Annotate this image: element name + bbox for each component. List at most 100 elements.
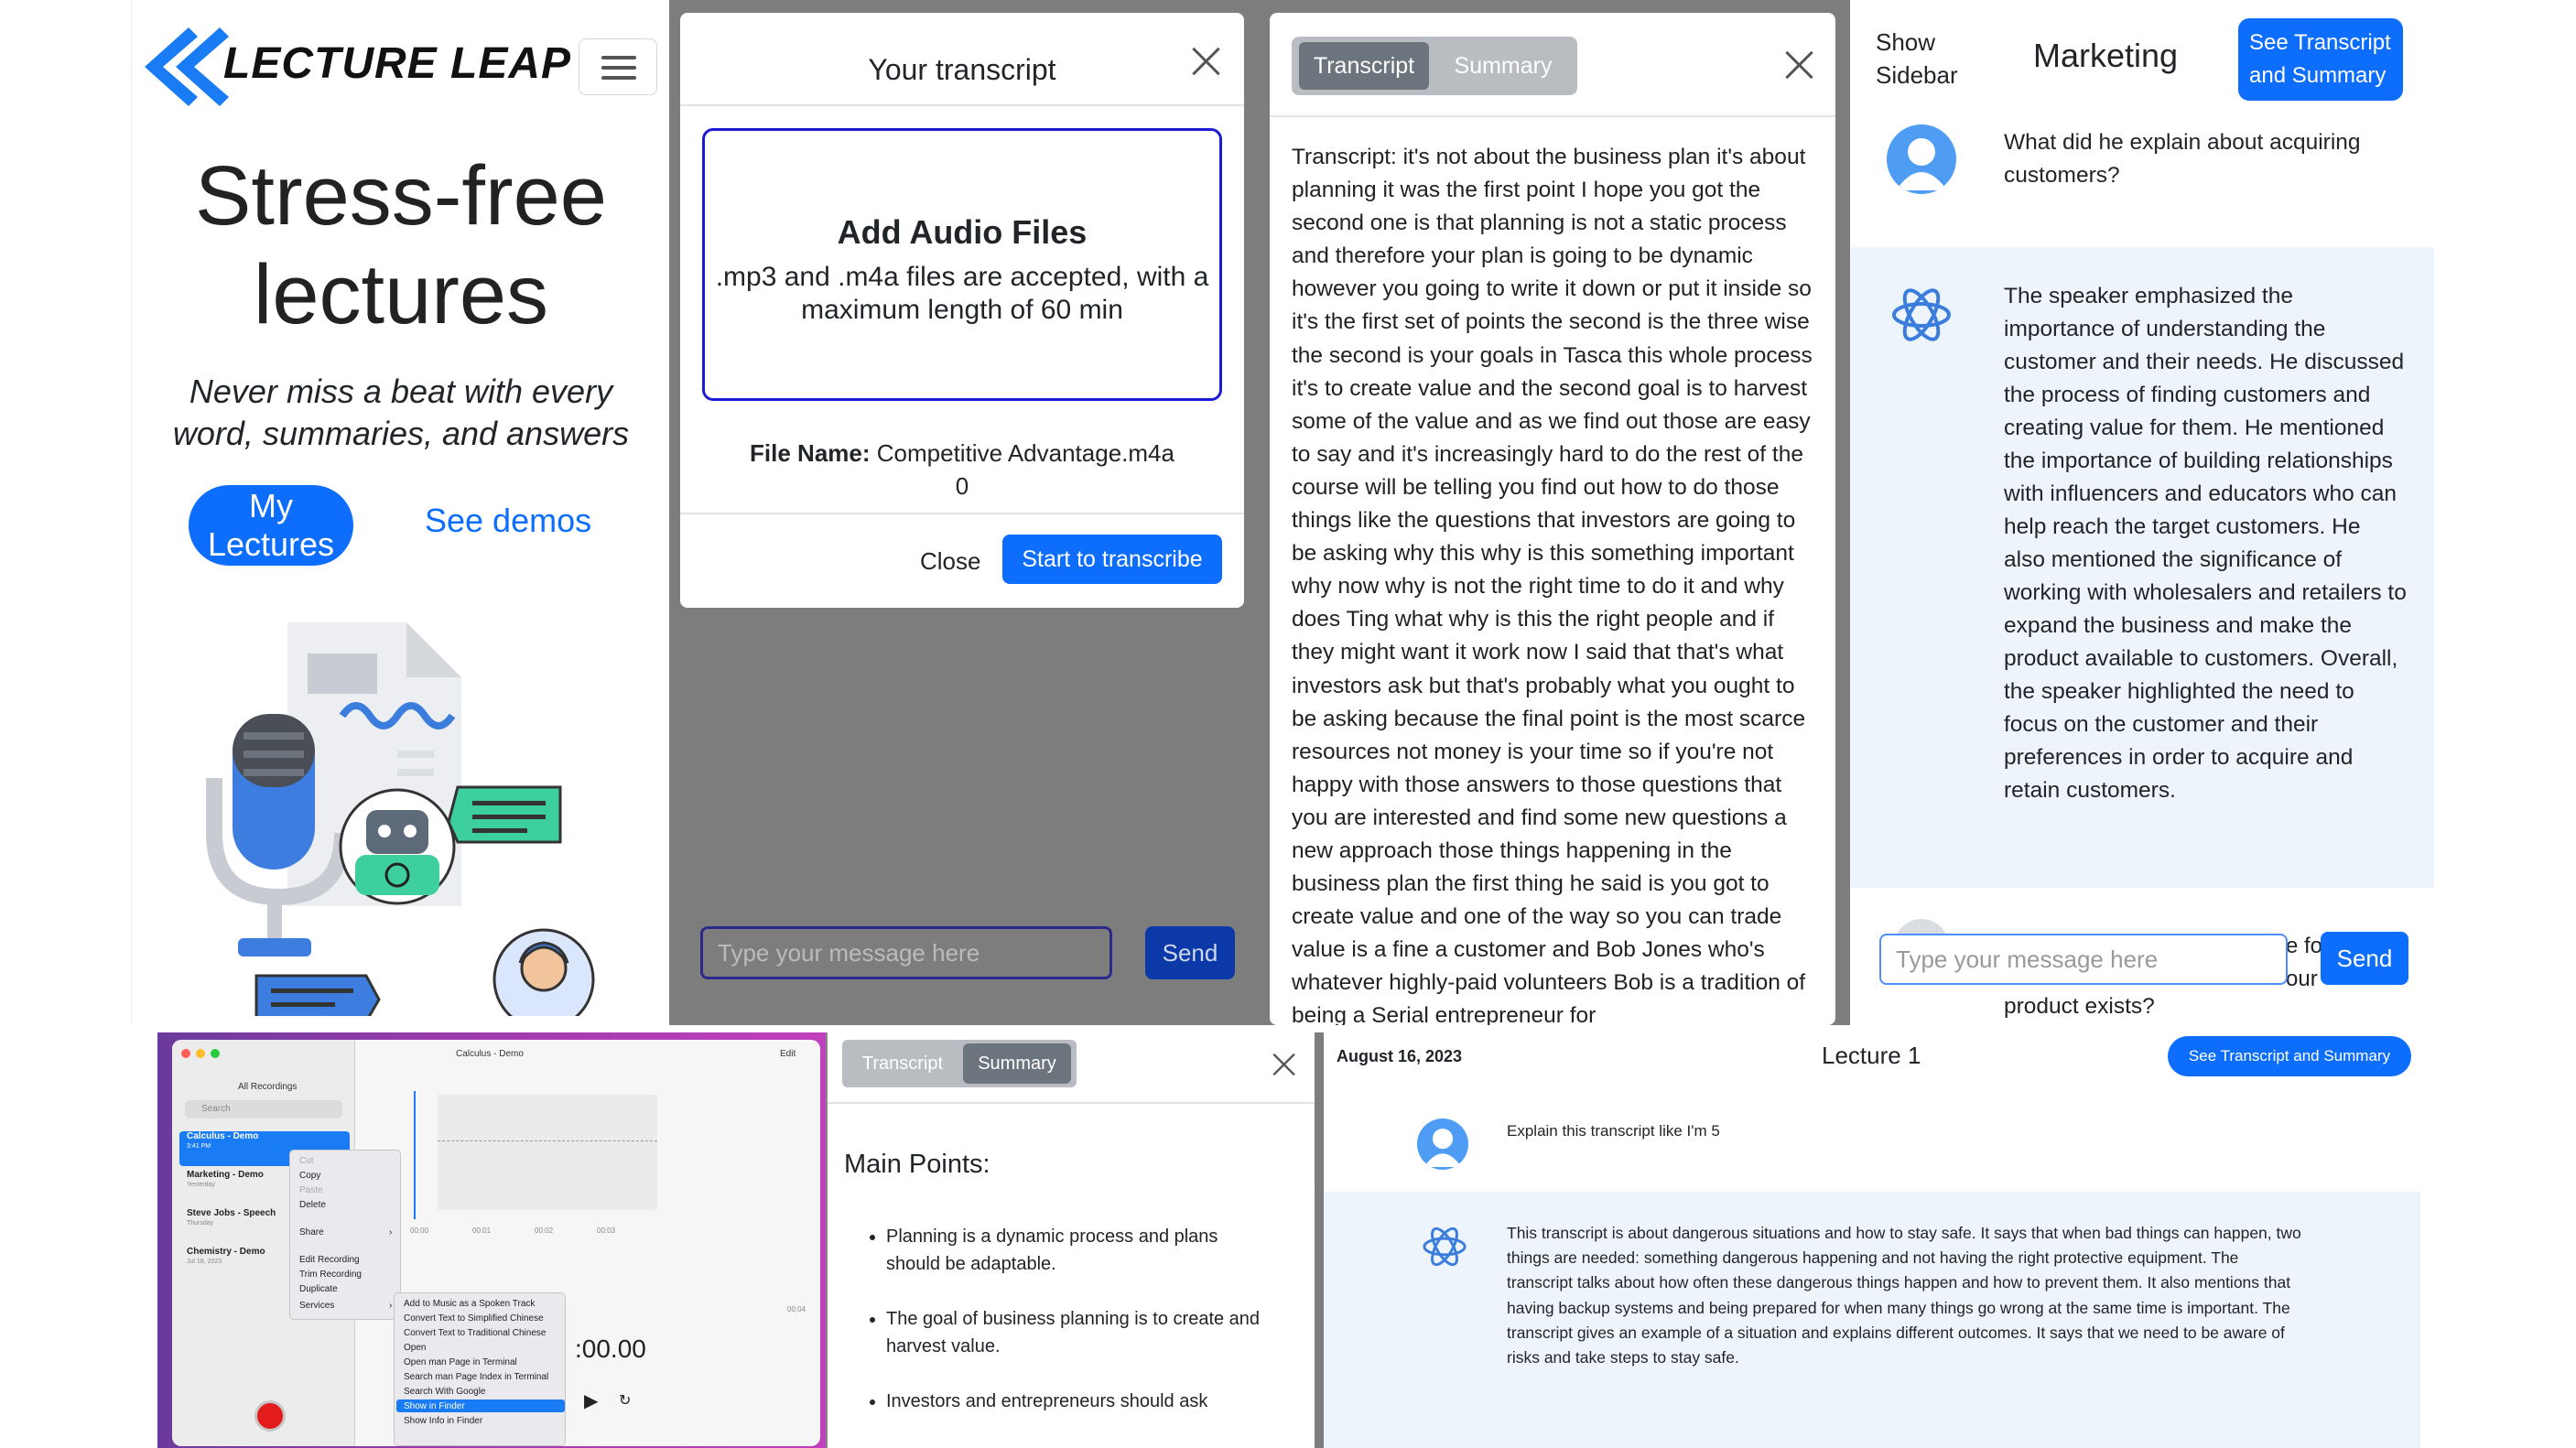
minimize-window-icon[interactable] — [196, 1049, 205, 1058]
edit-button[interactable]: Edit — [780, 1049, 796, 1059]
chevron-right-icon: › — [389, 1301, 393, 1311]
recording-title: Calculus - Demo — [187, 1131, 259, 1141]
transcript-summary-toggle: Transcript Summary — [1292, 37, 1577, 95]
send-button[interactable]: Send — [2321, 932, 2408, 985]
chevron-right-icon: › — [389, 1227, 393, 1237]
services-submenu: Add to Music as a Spoken Track Convert T… — [394, 1292, 566, 1446]
window-title: Calculus - Demo — [456, 1049, 524, 1059]
progress-value: 0 — [955, 472, 969, 500]
transcript-modal-panel: Transcript Summary Transcript: it's not … — [1270, 0, 1850, 1025]
hamburger-line — [601, 76, 636, 80]
modal-title: Your transcript — [868, 53, 1056, 86]
tab-transcript[interactable]: Transcript — [1299, 42, 1429, 90]
show-sidebar-button[interactable]: Show Sidebar — [1876, 26, 1976, 92]
tab-summary[interactable]: Summary — [1436, 42, 1570, 90]
menu-item-paste[interactable]: Paste — [299, 1185, 323, 1195]
tick: 00:04 — [787, 1305, 806, 1313]
menu-item-service[interactable]: Convert Text to Traditional Chinese — [404, 1328, 546, 1338]
dropzone-title: Add Audio Files — [837, 213, 1088, 251]
landing-panel: LECTURE LEAP Stress-free lectures Never … — [131, 0, 669, 1025]
tab-transcript[interactable]: Transcript — [848, 1043, 958, 1084]
menu-item-services[interactable]: Services — [299, 1301, 334, 1311]
menu-item-service[interactable]: Search With Google — [404, 1387, 486, 1397]
menu-item-trim-recording[interactable]: Trim Recording — [299, 1270, 362, 1280]
list-item: Planning is a dynamic process and plans … — [886, 1223, 1276, 1278]
hero-title: Stress-free lectures — [132, 146, 669, 344]
menu-item-cut[interactable]: Cut — [299, 1156, 314, 1166]
lecture-title: Marketing — [2033, 37, 2179, 74]
menu-item-service[interactable]: Open man Page in Terminal — [404, 1357, 517, 1367]
lecture-title: Lecture 1 — [1822, 1042, 1921, 1069]
menu-item-service[interactable]: Open — [404, 1343, 426, 1353]
start-transcribe-button[interactable]: Start to transcribe — [1002, 535, 1222, 584]
menu-item-service[interactable]: Search man Page Index in Terminal — [404, 1372, 548, 1382]
lecture-illustration-icon — [206, 622, 595, 1016]
message-input[interactable]: Type your message here — [700, 926, 1112, 979]
tagline: Never miss a beat with every word, summa… — [172, 373, 630, 452]
tick: 00:02 — [535, 1226, 554, 1235]
close-button[interactable]: Close — [920, 547, 980, 576]
openai-logo-icon — [1423, 1226, 1467, 1267]
partial-message-line: product exists? — [2004, 994, 2155, 1019]
play-icon[interactable]: ▶ — [584, 1389, 598, 1412]
lecture-date: August 16, 2023 — [1337, 1047, 1463, 1065]
close-window-icon[interactable] — [181, 1049, 190, 1058]
partial-text-1: e fo — [2286, 934, 2323, 958]
see-demos-link[interactable]: See demos — [425, 502, 591, 540]
close-icon[interactable] — [1784, 49, 1815, 81]
hamburger-line — [601, 66, 636, 70]
menu-item-show-in-finder[interactable]: Show in Finder — [404, 1401, 465, 1411]
context-menu: Cut Copy Paste Delete Share › Edit Recor… — [289, 1150, 401, 1320]
search-input[interactable]: Search — [185, 1100, 342, 1118]
list-item: The goal of business planning is to crea… — [886, 1305, 1276, 1360]
menu-item-share[interactable]: Share — [299, 1227, 324, 1237]
message-input[interactable]: Type your message here — [1879, 934, 2288, 985]
close-icon[interactable] — [1191, 46, 1222, 77]
transcript-modal: Transcript Summary Transcript: it's not … — [1270, 13, 1835, 1025]
logo-text: LECTURE LEAP — [223, 39, 572, 88]
recording-date: 3:41 PM — [187, 1143, 211, 1150]
record-button[interactable] — [254, 1400, 286, 1432]
see-transcript-summary-button[interactable]: See Transcript and Summary — [2168, 1036, 2411, 1076]
user-question: Explain this transcript like I'm 5 — [1507, 1122, 1720, 1140]
audio-dropzone[interactable]: Add Audio Files .mp3 and .m4a files are … — [702, 128, 1222, 401]
tick: 00:03 — [597, 1226, 616, 1235]
menu-item-edit-recording[interactable]: Edit Recording — [299, 1255, 360, 1265]
waveform-area[interactable] — [438, 1095, 657, 1210]
summary-modal-panel: Transcript Summary Main Points: Planning… — [826, 1032, 1324, 1448]
tab-summary[interactable]: Summary — [963, 1043, 1071, 1084]
menu-item-duplicate[interactable]: Duplicate — [299, 1284, 338, 1294]
send-button[interactable]: Send — [1145, 926, 1235, 979]
see-transcript-summary-button[interactable]: See Transcript and Summary — [2238, 18, 2403, 101]
user-avatar-icon — [1417, 1118, 1468, 1170]
user-avatar-icon — [1887, 124, 1956, 194]
skip-forward-icon[interactable]: ↻ — [619, 1391, 631, 1410]
tick: 00:00 — [410, 1226, 429, 1235]
elapsed-time: :00.00 — [575, 1335, 646, 1363]
my-lectures-button[interactable]: My Lectures — [189, 485, 353, 566]
menu-item-service[interactable]: Convert Text to Simplified Chinese — [404, 1313, 544, 1324]
playhead[interactable] — [414, 1091, 416, 1219]
divider — [1270, 115, 1835, 117]
menu-item-copy[interactable]: Copy — [299, 1171, 320, 1181]
menu-item-delete[interactable]: Delete — [299, 1200, 326, 1210]
voice-memos-window: All Recordings Search Calculus - Demo 3:… — [172, 1040, 820, 1446]
upload-modal: Your transcript Add Audio Files .mp3 and… — [680, 13, 1244, 608]
transcript-text: Transcript: it's not about the business … — [1292, 145, 1813, 1025]
transcript-summary-toggle: Transcript Summary — [842, 1040, 1077, 1087]
file-name-label: File Name: — [750, 439, 871, 467]
assistant-answer: The speaker emphasized the importance of… — [2004, 284, 2407, 803]
tick: 00:01 — [472, 1226, 492, 1235]
zoom-window-icon[interactable] — [211, 1049, 220, 1058]
file-name-row: File Name: Competitive Advantage.m4a — [680, 439, 1244, 468]
menu-item-service[interactable]: Add to Music as a Spoken Track — [404, 1299, 535, 1309]
question-block — [1324, 1089, 2420, 1173]
divider — [828, 1102, 1315, 1104]
menu-item-service[interactable]: Show Info in Finder — [404, 1416, 482, 1426]
chat-panel: Show Sidebar Marketing See Transcript an… — [1850, 0, 2434, 1025]
assistant-answer: This transcript is about dangerous situa… — [1507, 1224, 2301, 1367]
menu-toggle-button[interactable] — [579, 38, 657, 95]
close-icon[interactable] — [1272, 1052, 1296, 1076]
partial-text-2: our — [2286, 967, 2318, 991]
list-item: Investors and entrepreneurs should ask — [886, 1388, 1276, 1415]
